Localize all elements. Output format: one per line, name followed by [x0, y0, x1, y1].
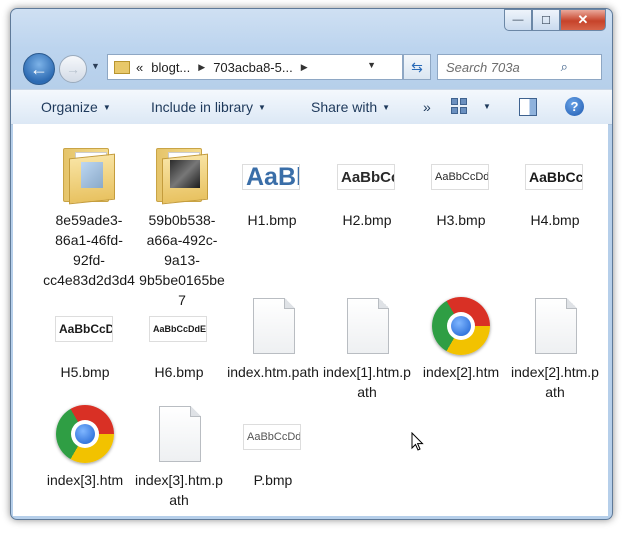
file-item[interactable]: index[2].htm.path — [509, 294, 601, 402]
file-item[interactable]: AaBbCcDd H3.bmp — [415, 142, 507, 230]
folder-item[interactable]: 59b0b538-a66a-492c-9a13-9b5be0165be7 — [136, 142, 228, 310]
document-icon — [535, 298, 577, 354]
file-item[interactable]: index[3].htm.path — [133, 402, 225, 510]
file-item[interactable]: index[1].htm.path — [321, 294, 413, 402]
chevron-down-icon: ▼ — [257, 103, 266, 112]
help-button[interactable]: ? — [565, 97, 584, 116]
share-label: Share with — [311, 99, 378, 115]
chrome-icon — [56, 405, 114, 463]
maximize-button[interactable]: ☐ — [532, 9, 560, 31]
file-item[interactable]: AaBbCcDd P.bmp — [227, 402, 319, 490]
command-bar: Organize ▼ Include in library ▼ Share with… — [11, 89, 612, 125]
item-label: H6.bmp — [154, 364, 204, 380]
forward-button[interactable]: → — [59, 55, 87, 83]
minimize-button[interactable]: — — [504, 9, 532, 31]
bitmap-preview-icon: AaBb — [242, 164, 300, 190]
caption-buttons: — ☐ ✕ — [504, 9, 606, 31]
recent-pages-dropdown[interactable]: ▼ — [91, 61, 100, 71]
search-input[interactable]: Search 703acba8-5... ⌕ — [437, 54, 602, 80]
preview-pane-icon[interactable] — [519, 98, 537, 116]
chevron-down-icon: ▼ — [382, 103, 391, 112]
include-label: Include in library — [151, 99, 253, 115]
more-commands-button[interactable]: » — [423, 99, 431, 115]
breadcrumb-overflow[interactable]: « — [136, 60, 143, 75]
file-item[interactable]: AaBbCcD H5.bmp — [39, 294, 131, 382]
address-bar[interactable]: « blogt... ▶ 703acba8-5... ▶ ▼ — [107, 54, 403, 80]
document-icon — [159, 406, 201, 462]
forward-arrow-icon: → — [66, 61, 80, 77]
close-button[interactable]: ✕ — [560, 9, 606, 31]
folder-icon — [63, 148, 115, 205]
file-item[interactable]: AaBb H1.bmp — [226, 142, 318, 230]
document-icon — [347, 298, 389, 354]
file-item[interactable]: AaBbCc H4.bmp — [509, 142, 601, 230]
bitmap-preview-icon: AaBbCc — [525, 164, 583, 190]
breadcrumb-segment-2[interactable]: 703acba8-5... — [213, 60, 293, 75]
file-item[interactable]: index[3].htm — [39, 402, 131, 490]
item-label: H2.bmp — [342, 212, 392, 228]
refresh-button[interactable]: ⇆ — [403, 54, 431, 80]
address-dropdown-icon[interactable]: ▼ — [367, 60, 376, 70]
explorer-window: — ☐ ✕ ← → ▼ « blogt... ▶ 703acba8-5... ▶… — [10, 8, 613, 520]
view-options-dropdown[interactable]: ▼ — [483, 102, 491, 111]
chrome-icon — [432, 297, 490, 355]
item-label: 8e59ade3-86a1-46fd-92fd-cc4e83d2d3d4 — [43, 212, 135, 288]
item-label: H3.bmp — [436, 212, 486, 228]
back-button[interactable]: ← — [23, 53, 55, 85]
folder-icon — [156, 148, 208, 205]
back-arrow-icon: ← — [30, 58, 48, 79]
search-placeholder: Search 703acba8-5... — [446, 59, 520, 75]
item-label: index[2].htm — [422, 364, 500, 380]
folder-icon — [114, 60, 130, 74]
organize-label: Organize — [41, 99, 98, 115]
mouse-cursor-icon — [411, 432, 424, 451]
file-item[interactable]: index.htm.path — [227, 294, 319, 382]
bitmap-preview-icon: AaBbCcD — [55, 316, 113, 342]
refresh-icon: ⇆ — [411, 58, 423, 75]
item-label: index.htm.path — [227, 364, 319, 380]
file-item[interactable]: index[2].htm — [415, 294, 507, 382]
item-label: H5.bmp — [60, 364, 110, 380]
folder-item[interactable]: 8e59ade3-86a1-46fd-92fd-cc4e83d2d3d4 — [43, 142, 135, 290]
file-item[interactable]: AaBbCcDdE H6.bmp — [133, 294, 225, 382]
item-label: index[3].htm — [46, 472, 124, 488]
item-label: H1.bmp — [247, 212, 297, 228]
bitmap-preview-icon: AaBbCcDd — [431, 164, 489, 190]
search-icon[interactable]: ⌕ — [520, 59, 602, 75]
organize-button[interactable]: Organize ▼ — [41, 99, 111, 115]
item-label: P.bmp — [253, 472, 293, 488]
item-label: H4.bmp — [530, 212, 580, 228]
item-label: index[2].htm.path — [511, 364, 599, 400]
breadcrumb-separator-icon[interactable]: ▶ — [301, 62, 308, 73]
navigation-bar: ← → ▼ « blogt... ▶ 703acba8-5... ▶ ▼ ⇆ S… — [11, 49, 612, 85]
file-list: 8e59ade3-86a1-46fd-92fd-cc4e83d2d3d4 59b… — [13, 124, 608, 516]
file-item[interactable]: AaBbCc H2.bmp — [321, 142, 413, 230]
item-label: index[1].htm.path — [323, 364, 411, 400]
bitmap-preview-icon: AaBbCcDdE — [149, 316, 207, 342]
change-view-icon[interactable] — [451, 98, 467, 114]
document-icon — [253, 298, 295, 354]
breadcrumb-segment-1[interactable]: blogt... — [151, 60, 190, 75]
breadcrumb-separator-icon[interactable]: ▶ — [198, 62, 205, 73]
item-label: index[3].htm.path — [135, 472, 223, 508]
bitmap-preview-icon: AaBbCcDd — [243, 424, 301, 450]
bitmap-preview-icon: AaBbCc — [337, 164, 395, 190]
chevron-down-icon: ▼ — [102, 103, 111, 112]
include-in-library-button[interactable]: Include in library ▼ — [151, 99, 266, 115]
share-with-button[interactable]: Share with ▼ — [311, 99, 390, 115]
